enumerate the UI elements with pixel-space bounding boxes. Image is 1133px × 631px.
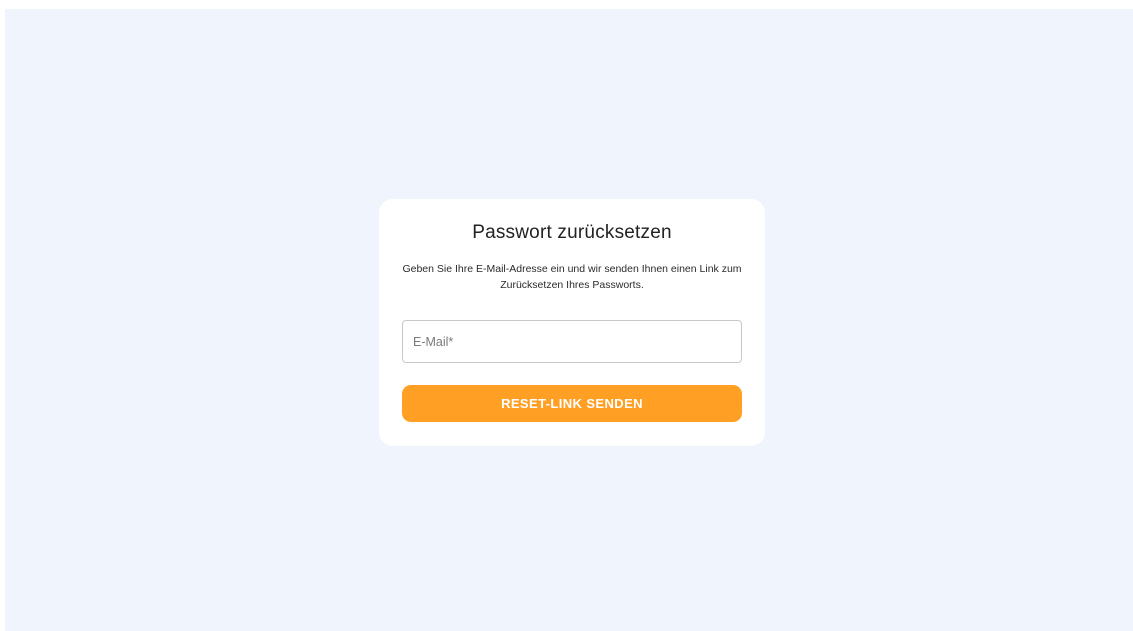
page-title: Passwort zurücksetzen [472, 222, 672, 243]
reset-password-card: Passwort zurücksetzen Geben Sie Ihre E-M… [379, 199, 765, 446]
page-background: Passwort zurücksetzen Geben Sie Ihre E-M… [5, 9, 1133, 631]
email-field-container [402, 320, 742, 363]
email-field[interactable] [403, 321, 741, 362]
instructions-text: Geben Sie Ihre E-Mail-Adresse ein und wi… [402, 263, 742, 291]
send-reset-link-button[interactable]: RESET-LINK SENDEN [402, 385, 742, 422]
